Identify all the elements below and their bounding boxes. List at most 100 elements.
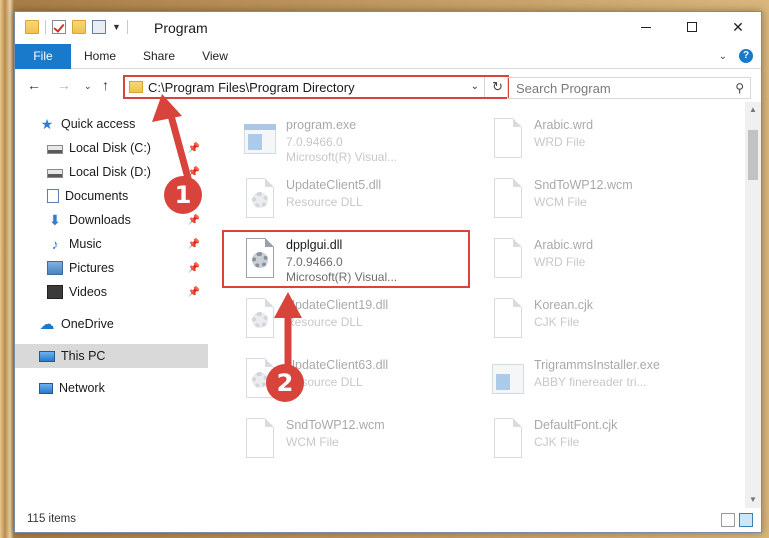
tab-share[interactable]: Share bbox=[135, 44, 183, 69]
document-icon bbox=[488, 178, 526, 224]
file-detail: Microsoft(R) Visual... bbox=[286, 150, 398, 164]
pin-icon[interactable]: 📌 bbox=[188, 287, 200, 298]
toolbar-separator bbox=[45, 20, 46, 34]
tab-view[interactable]: View bbox=[195, 44, 235, 69]
onedrive-icon: ☁ bbox=[39, 316, 55, 333]
sidebar-item-label: Music bbox=[69, 237, 102, 251]
view-properties-icon[interactable] bbox=[92, 20, 106, 34]
maximize-button[interactable] bbox=[669, 12, 715, 42]
minimize-icon bbox=[641, 26, 651, 28]
navigation-pane: ★ Quick access Local Disk (C:) 📌 Local D… bbox=[15, 108, 210, 498]
sidebar-item-quick-access[interactable]: ★ Quick access bbox=[15, 112, 208, 136]
file-item[interactable]: TrigrammsInstaller.exe ABBY finereader t… bbox=[482, 354, 712, 410]
exe-icon bbox=[488, 358, 526, 404]
refresh-icon[interactable]: ↻ bbox=[492, 79, 503, 95]
sidebar-item-label: Videos bbox=[69, 285, 107, 299]
sidebar-item-music[interactable]: ♪ Music 📌 bbox=[15, 232, 208, 256]
ribbon-tabs: File Home Share View ⌄ ? bbox=[15, 44, 761, 69]
documents-icon bbox=[47, 189, 59, 203]
new-folder-icon[interactable] bbox=[72, 20, 86, 34]
toolbar-separator bbox=[126, 20, 128, 34]
file-detail: WCM File bbox=[286, 435, 339, 449]
file-item[interactable]: Arabic.wrd WRD File bbox=[482, 114, 712, 170]
file-name: SndToWP12.wcm bbox=[286, 418, 385, 432]
file-item[interactable]: SndToWP12.wcm WCM File bbox=[482, 174, 712, 230]
file-detail: WRD File bbox=[534, 255, 586, 269]
sidebar-item-onedrive[interactable]: ☁ OneDrive bbox=[15, 312, 208, 336]
sidebar-item-label: This PC bbox=[61, 349, 106, 363]
expand-ribbon-chevron-icon[interactable]: ⌄ bbox=[719, 51, 727, 62]
folder-icon bbox=[25, 20, 39, 34]
file-detail: WRD File bbox=[534, 135, 586, 149]
network-icon bbox=[39, 382, 53, 394]
search-input[interactable]: Search Program ⚲ bbox=[507, 77, 751, 99]
file-list: program.exe 7.0.9466.0 Microsoft(R) Visu… bbox=[212, 102, 748, 508]
pin-icon[interactable]: 📌 bbox=[188, 239, 200, 250]
pin-icon[interactable]: 📌 bbox=[188, 143, 200, 154]
pin-icon[interactable]: 📌 bbox=[188, 215, 200, 226]
sidebar-item-local-disk-c[interactable]: Local Disk (C:) 📌 bbox=[15, 136, 208, 160]
up-arrow-icon[interactable]: ↑ bbox=[102, 77, 109, 93]
file-detail: Resource DLL bbox=[286, 315, 363, 329]
sidebar-item-network[interactable]: Network bbox=[15, 376, 208, 400]
file-name: SndToWP12.wcm bbox=[534, 178, 633, 192]
file-name: program.exe bbox=[286, 118, 357, 132]
star-icon: ★ bbox=[40, 115, 54, 132]
back-arrow-icon[interactable]: ← bbox=[27, 77, 41, 93]
file-item[interactable]: SndToWP12.wcm WCM File bbox=[234, 414, 464, 470]
tiles-view-icon[interactable] bbox=[739, 513, 753, 527]
file-item[interactable]: UpdateClient19.dll Resource DLL bbox=[234, 294, 464, 350]
window-title: Program bbox=[154, 20, 208, 36]
scroll-thumb[interactable] bbox=[748, 130, 758, 180]
sidebar-item-label: Pictures bbox=[69, 261, 115, 275]
file-detail: CJK File bbox=[534, 435, 580, 449]
file-detail: WCM File bbox=[534, 195, 587, 209]
forward-arrow-icon[interactable]: → bbox=[57, 77, 71, 93]
tab-file[interactable]: File bbox=[15, 44, 71, 69]
tab-home[interactable]: Home bbox=[77, 44, 123, 69]
sidebar-item-label: OneDrive bbox=[61, 317, 114, 331]
file-item[interactable]: Korean.cjk CJK File bbox=[482, 294, 712, 350]
recent-locations-chevron-icon[interactable]: ⌄ bbox=[84, 81, 92, 92]
callout-2: 2 bbox=[266, 364, 304, 402]
file-item[interactable]: UpdateClient5.dll Resource DLL bbox=[234, 174, 464, 230]
address-path[interactable]: C:\Program Files\Program Directory bbox=[148, 80, 355, 95]
quick-access-toolbar: ▼ bbox=[25, 20, 128, 34]
scroll-up-icon[interactable]: ▲ bbox=[745, 102, 761, 118]
customize-toolbar-chevron-icon[interactable]: ▼ bbox=[112, 22, 121, 32]
file-detail: CJK File bbox=[534, 315, 580, 329]
file-name: UpdateClient63.dll bbox=[286, 358, 389, 372]
vertical-scrollbar[interactable]: ▲ ▼ bbox=[745, 102, 761, 508]
navigation-bar: ← → ⌄ ↑ C:\Program Files\Program Directo… bbox=[15, 70, 761, 102]
scroll-down-icon[interactable]: ▼ bbox=[745, 492, 761, 508]
file-detail: 7.0.9466.0 bbox=[286, 135, 343, 149]
file-item[interactable]: DefaultFont.cjk CJK File bbox=[482, 414, 712, 470]
search-placeholder: Search Program bbox=[516, 81, 611, 96]
item-count: 115 items bbox=[27, 513, 77, 525]
sidebar-item-label: Downloads bbox=[69, 213, 131, 227]
file-item[interactable]: Arabic.wrd WRD File bbox=[482, 234, 712, 290]
address-bar[interactable]: C:\Program Files\Program Directory ⌄ ↻ bbox=[123, 75, 509, 99]
file-name: TrigrammsInstaller.exe bbox=[534, 358, 660, 372]
sidebar-item-this-pc[interactable]: This PC bbox=[15, 344, 208, 368]
music-icon: ♪ bbox=[51, 236, 59, 252]
drive-icon bbox=[47, 145, 63, 154]
minimize-button[interactable] bbox=[623, 12, 669, 42]
details-view-icon[interactable] bbox=[721, 513, 735, 527]
sidebar-item-pictures[interactable]: Pictures 📌 bbox=[15, 256, 208, 280]
dll-icon bbox=[240, 298, 278, 344]
view-toggle-buttons bbox=[721, 513, 753, 527]
file-detail: Resource DLL bbox=[286, 195, 363, 209]
close-button[interactable]: ✕ bbox=[715, 12, 761, 42]
pin-icon[interactable]: 📌 bbox=[188, 263, 200, 274]
file-name: UpdateClient19.dll bbox=[286, 298, 389, 312]
address-history-chevron-icon[interactable]: ⌄ bbox=[471, 81, 479, 92]
pin-icon[interactable]: 📌 bbox=[188, 167, 200, 178]
search-icon[interactable]: ⚲ bbox=[735, 81, 744, 95]
help-icon[interactable]: ? bbox=[739, 49, 753, 63]
highlight-box-dpplgui bbox=[222, 230, 470, 288]
file-detail: ABBY finereader tri... bbox=[534, 375, 647, 389]
properties-check-icon[interactable] bbox=[52, 20, 66, 34]
file-item[interactable]: program.exe 7.0.9466.0 Microsoft(R) Visu… bbox=[234, 114, 464, 170]
sidebar-item-videos[interactable]: Videos 📌 bbox=[15, 280, 208, 304]
